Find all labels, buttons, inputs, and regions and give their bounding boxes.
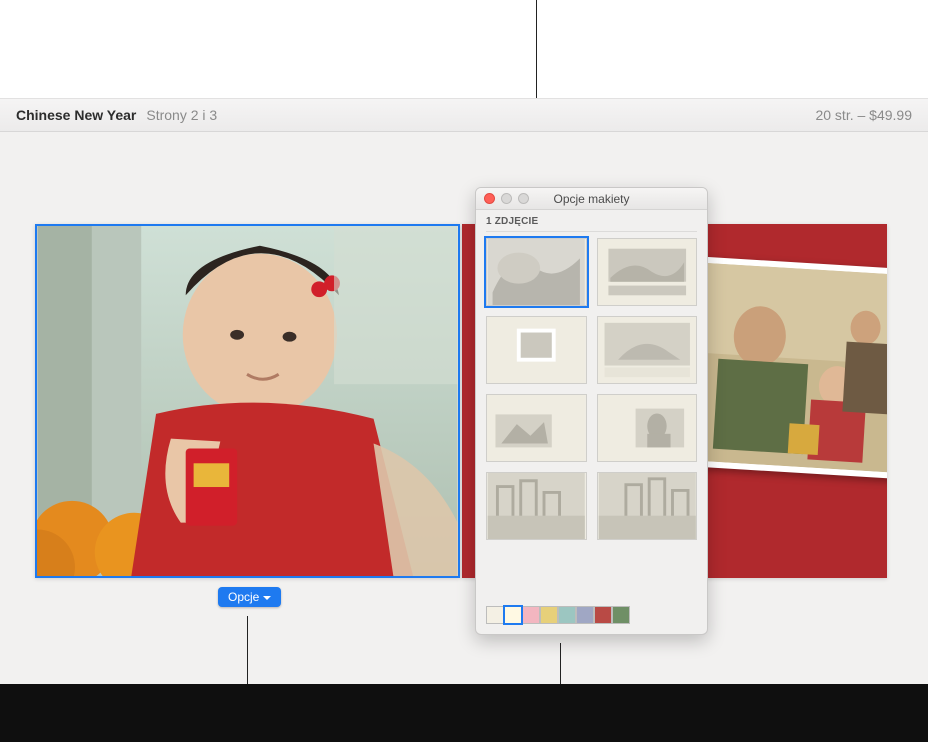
swatch-8[interactable] [612,606,630,624]
project-title: Chinese New Year [16,107,136,123]
swatch-5[interactable] [558,606,576,624]
callout-line-bottom-right [560,643,561,684]
minimize-icon[interactable] [501,193,512,204]
swatch-1[interactable] [486,606,504,624]
bottom-strip [0,684,928,742]
layout-thumb-2[interactable] [597,238,698,306]
layout-thumb-6[interactable] [597,394,698,462]
window-controls [484,193,529,204]
panel-section-label: 1 ZDJĘCIE [476,210,707,231]
chevron-down-icon [263,596,271,600]
layout-thumb-8[interactable] [597,472,698,540]
toolbar: Chinese New Year Strony 2 i 3 20 str. – … [0,98,928,132]
swatch-7[interactable] [594,606,612,624]
layout-thumbnail-grid [476,238,707,540]
layout-thumb-3[interactable] [486,316,587,384]
photo-toddler [37,226,458,576]
layout-thumb-7[interactable] [486,472,587,540]
zoom-icon[interactable] [518,193,529,204]
page-indicator: Strony 2 i 3 [146,107,217,123]
swatch-2[interactable] [504,606,522,624]
swatch-3[interactable] [522,606,540,624]
editor-workarea: Opcje Opcje makiety 1 ZDJĘCIE [0,132,928,684]
layout-thumb-1[interactable] [486,238,587,306]
selected-photo-page-left[interactable] [35,224,460,578]
layout-thumb-5[interactable] [486,394,587,462]
panel-separator [486,231,697,232]
price-label: 20 str. – $49.99 [815,107,912,123]
options-button-label: Opcje [228,590,259,604]
panel-titlebar[interactable]: Opcje makiety [476,188,707,210]
background-color-swatches [486,606,630,624]
callout-line-top [536,0,537,98]
swatch-4[interactable] [540,606,558,624]
layout-options-panel: Opcje makiety 1 ZDJĘCIE [475,187,708,635]
close-icon[interactable] [484,193,495,204]
swatch-6[interactable] [576,606,594,624]
layout-thumb-4[interactable] [597,316,698,384]
callout-line-bottom-left [247,616,248,684]
options-button[interactable]: Opcje [218,587,281,607]
